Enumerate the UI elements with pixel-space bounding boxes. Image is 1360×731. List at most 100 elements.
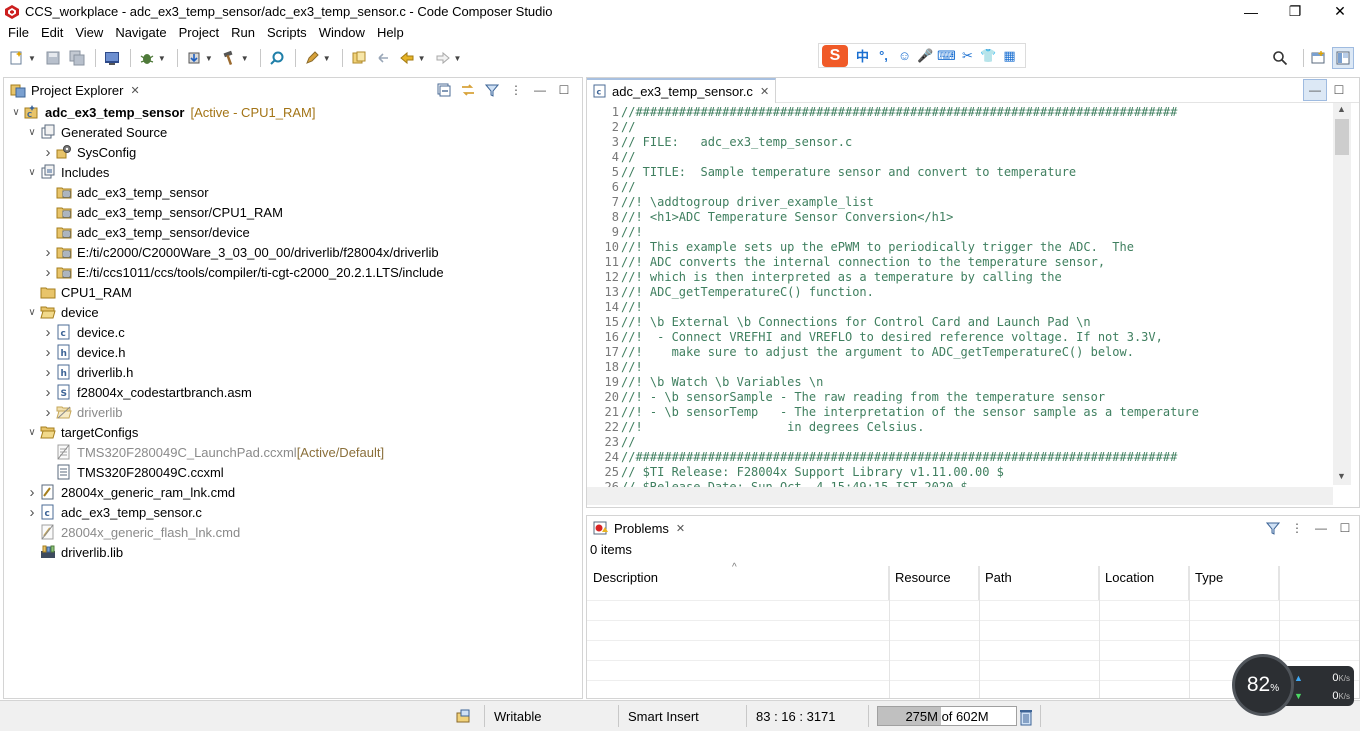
expanded-chevron-icon[interactable]: ∨ [8,107,24,118]
collapsed-chevron-icon[interactable]: › [40,384,56,401]
tree-item[interactable]: › SysConfig [40,142,137,162]
collapsed-chevron-icon[interactable]: › [40,244,56,261]
tree-item[interactable]: › c device.c [40,322,125,342]
tab-project-explorer[interactable]: Project Explorer ✕ [4,78,146,102]
tree-item[interactable]: adc_ex3_temp_sensor/device [40,222,250,242]
ime-chinese-mode-icon[interactable]: 中 [852,45,873,66]
expanded-chevron-icon[interactable]: ∨ [24,127,40,138]
tree-item[interactable]: TMS320F280049C_LaunchPad.ccxml [Active/De… [40,442,384,462]
maximize-view-icon[interactable]: ☐ [1333,517,1357,539]
ime-skin-icon[interactable]: 👕 [978,45,999,66]
ime-menu-icon[interactable]: ▦ [999,45,1020,66]
build-dropdown-icon[interactable]: ▼ [241,54,249,63]
scroll-up-icon[interactable]: ▲ [1337,104,1346,114]
expanded-chevron-icon[interactable]: ∨ [24,307,40,318]
minimize-view-icon[interactable]: — [1309,517,1333,539]
back-dropdown-icon[interactable]: ▼ [418,54,426,63]
collapsed-chevron-icon[interactable]: › [40,404,56,421]
menu-file[interactable]: File [2,23,35,42]
ime-keyboard-icon[interactable]: ⌨ [936,45,957,66]
collapsed-chevron-icon[interactable]: › [40,144,56,161]
maximize-view-icon[interactable]: ☐ [1327,79,1351,101]
tree-item[interactable]: › E:/ti/c2000/C2000Ware_3_03_00_00/driver… [40,242,439,262]
editor-horizontal-scrollbar[interactable] [587,487,1333,505]
view-menu-icon[interactable]: ⋮ [504,79,528,101]
collapsed-chevron-icon[interactable]: › [40,264,56,281]
search-icon[interactable] [1269,47,1291,69]
scroll-down-icon[interactable]: ▼ [1337,471,1346,481]
save-icon[interactable] [42,47,64,69]
tab-problems[interactable]: Problems ✕ [587,516,691,540]
tree-item[interactable]: › h device.h [40,342,126,362]
menu-edit[interactable]: Edit [35,23,69,42]
ccs-edit-perspective-icon[interactable] [1332,47,1354,69]
tree-item[interactable]: 28004x_generic_flash_lnk.cmd [24,522,240,542]
code-editor[interactable]: 1//#####################################… [587,103,1359,507]
flash-icon[interactable] [183,47,205,69]
minimize-view-icon[interactable]: — [528,79,552,101]
search-refs-icon[interactable] [266,47,288,69]
menu-navigate[interactable]: Navigate [109,23,172,42]
menu-help[interactable]: Help [371,23,410,42]
tree-item[interactable]: › h driverlib.h [40,362,134,382]
expanded-chevron-icon[interactable]: ∨ [24,167,40,178]
tree-item[interactable]: ∨ device [24,302,98,322]
ime-punctuation-icon[interactable]: °, [873,45,894,66]
open-perspective-icon[interactable] [1307,47,1329,69]
collapsed-chevron-icon[interactable]: › [40,364,56,381]
column-description[interactable]: Description ^ [587,562,889,600]
menu-scripts[interactable]: Scripts [261,23,313,42]
minimize-button[interactable]: — [1228,0,1274,23]
terminal-icon[interactable] [101,47,123,69]
tab-editor-file[interactable]: c adc_ex3_temp_sensor.c ✕ [587,77,777,103]
annotation-icon[interactable] [348,47,370,69]
minimize-view-icon[interactable]: — [1303,79,1327,101]
sogou-logo-icon[interactable]: S [822,44,848,67]
collapsed-chevron-icon[interactable]: › [40,344,56,361]
back-arrow-icon[interactable] [396,47,418,69]
debug-icon[interactable] [136,47,158,69]
forward-arrow-icon[interactable] [432,47,454,69]
menu-project[interactable]: Project [173,23,225,42]
column-resource[interactable]: Resource [889,566,979,600]
tree-item[interactable]: adc_ex3_temp_sensor [40,182,209,202]
tree-item[interactable]: › c adc_ex3_temp_sensor.c [24,502,202,522]
debug-dropdown-icon[interactable]: ▼ [158,54,166,63]
close-icon[interactable]: ✕ [760,85,769,98]
close-button[interactable]: ✕ [1317,0,1360,23]
tree-item[interactable]: CPU1_RAM [24,282,132,302]
tree-item[interactable]: › Sf28004x_codestartbranch.asm [40,382,252,402]
editor-vertical-scrollbar[interactable]: ▲ ▼ [1333,103,1351,485]
network-speed-widget[interactable]: ▲ 0K/s ▼ 0K/s 82% [1232,654,1354,716]
new-icon[interactable] [6,47,28,69]
view-menu-icon[interactable]: ⋮ [1285,517,1309,539]
column-path[interactable]: Path [979,566,1099,600]
ime-emoji-icon[interactable]: ☺ [894,45,915,66]
pen-tool-icon[interactable] [301,47,323,69]
filter-icon[interactable] [1261,517,1285,539]
close-icon[interactable]: ✕ [130,84,139,97]
forward-dropdown-icon[interactable]: ▼ [454,54,462,63]
restore-button[interactable]: ❐ [1272,0,1318,23]
tree-item[interactable]: driverlib.lib [24,542,123,562]
tree-item[interactable]: ∨ Cadc_ex3_temp_sensor [Active - CPU1_RAM] [8,102,315,122]
last-edit-icon[interactable] [372,47,394,69]
flash-dropdown-icon[interactable]: ▼ [205,54,213,63]
collapsed-chevron-icon[interactable]: › [24,484,40,501]
tree-item[interactable]: adc_ex3_temp_sensor/CPU1_RAM [40,202,283,222]
menu-view[interactable]: View [69,23,109,42]
garbage-collect-icon[interactable] [1018,706,1034,728]
save-all-icon[interactable] [66,47,88,69]
close-icon[interactable]: ✕ [676,522,685,535]
pen-dropdown-icon[interactable]: ▼ [323,54,331,63]
column-location[interactable]: Location [1099,566,1189,600]
tree-item[interactable]: ∨ targetConfigs [24,422,138,442]
column-type[interactable]: Type [1189,566,1279,600]
collapsed-chevron-icon[interactable]: › [40,324,56,341]
menu-window[interactable]: Window [313,23,371,42]
new-dropdown-icon[interactable]: ▼ [28,54,36,63]
collapse-all-icon[interactable] [432,79,456,101]
tree-item[interactable]: › driverlib [40,402,123,422]
menu-run[interactable]: Run [225,23,261,42]
tree-item[interactable]: ∨ Includes [24,162,109,182]
